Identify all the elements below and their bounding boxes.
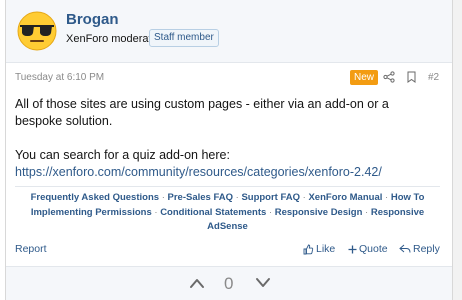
chevron-down-icon[interactable] <box>255 277 271 289</box>
username[interactable]: Brogan <box>66 11 119 28</box>
sig-link-permissions[interactable]: Implementing Permissions <box>31 207 152 218</box>
sig-link-conditional[interactable]: Conditional Statements <box>160 207 266 218</box>
reply-label: Reply <box>413 243 440 255</box>
quote-label: Quote <box>359 243 388 255</box>
post-body: All of those sites are using custom page… <box>15 96 435 181</box>
post-date[interactable]: Tuesday at 6:10 PM <box>15 72 104 83</box>
signature: Frequently Asked Questions · Pre-Sales F… <box>15 186 440 235</box>
new-badge: New <box>350 70 379 85</box>
plus-icon <box>348 245 357 253</box>
forum-post: Brogan XenForo moderator Staff member Tu… <box>5 0 453 300</box>
sig-link-responsive-design[interactable]: Responsive Design <box>275 207 363 218</box>
sig-separator: · <box>235 192 239 203</box>
sig-separator: · <box>302 192 306 203</box>
share-icon[interactable] <box>383 71 395 83</box>
post-user-header: Brogan XenForo moderator Staff member <box>6 0 452 63</box>
sig-link-manual[interactable]: XenForo Manual <box>308 192 382 203</box>
sig-separator: · <box>161 192 165 203</box>
page-edge <box>453 0 462 300</box>
sig-separator: · <box>385 192 389 203</box>
post-number[interactable]: #2 <box>428 72 439 83</box>
sig-link-faq[interactable]: Frequently Asked Questions <box>31 192 159 203</box>
page: Brogan XenForo moderator Staff member Tu… <box>0 0 462 300</box>
reply-button[interactable]: Reply <box>399 243 440 255</box>
sig-link-how-to[interactable]: How To <box>391 192 425 203</box>
chevron-up-icon[interactable] <box>189 277 205 289</box>
sig-link-presales-faq[interactable]: Pre-Sales FAQ <box>168 192 233 203</box>
user-title: XenForo moderator <box>66 33 162 45</box>
reply-arrow-icon <box>399 244 411 253</box>
sig-link-support-faq[interactable]: Support FAQ <box>241 192 300 203</box>
post-body-line: All of those sites are using custom page… <box>15 97 389 128</box>
vote-bar: 0 <box>6 266 452 300</box>
sig-separator: · <box>154 206 158 218</box>
report-button[interactable]: Report <box>15 243 47 255</box>
avatar[interactable] <box>15 9 59 53</box>
quote-button[interactable]: Quote <box>348 243 388 255</box>
post-attribution: Tuesday at 6:10 PM New #2 <box>6 66 452 88</box>
thumbs-up-icon <box>303 244 314 254</box>
post-body-line: You can search for a quiz add-on here: <box>15 148 230 162</box>
staff-badge: Staff member <box>149 29 219 47</box>
resource-link[interactable]: https://xenforo.com/community/resources/… <box>15 165 382 179</box>
like-button[interactable]: Like <box>303 243 335 255</box>
like-label: Like <box>316 243 336 255</box>
sig-separator: · <box>268 206 273 218</box>
sig-separator: · <box>365 206 369 218</box>
post-actions: Report Like Quote Reply <box>6 241 452 259</box>
bookmark-icon[interactable] <box>406 71 417 83</box>
vote-count: 0 <box>224 274 234 293</box>
